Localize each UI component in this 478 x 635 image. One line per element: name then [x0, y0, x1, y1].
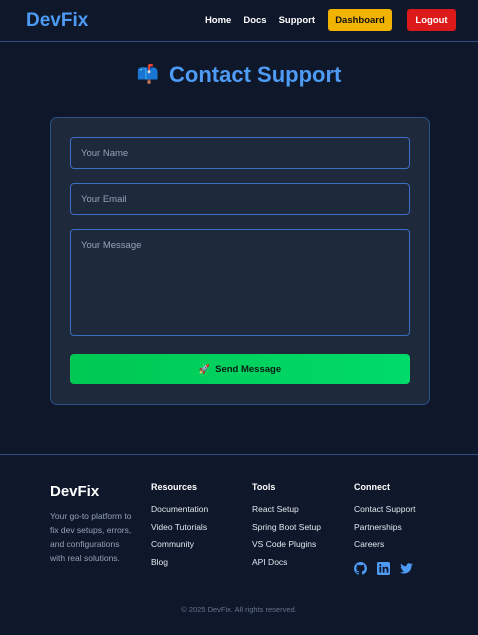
contact-form: 🚀 Send Message	[50, 117, 430, 405]
send-message-label: Send Message	[215, 363, 282, 375]
top-nav: DevFix Home Docs Support Dashboard Logou…	[0, 0, 478, 42]
footer-link-blog[interactable]: Blog	[151, 554, 208, 572]
twitter-icon[interactable]	[400, 562, 413, 575]
nav-links: Home Docs Support Dashboard Logout	[205, 9, 456, 31]
footer-link-api-docs[interactable]: API Docs	[252, 554, 321, 572]
footer-col-tools: Tools React Setup Spring Boot Setup VS C…	[252, 482, 321, 571]
footer-link-community[interactable]: Community	[151, 536, 208, 554]
footer-col-title: Tools	[252, 482, 276, 492]
mailbox-icon: 📫	[136, 64, 160, 84]
footer-link-vscode-plugins[interactable]: VS Code Plugins	[252, 536, 321, 554]
logout-button[interactable]: Logout	[407, 9, 456, 31]
rocket-icon: 🚀	[198, 363, 211, 374]
footer-col-resources: Resources Documentation Video Tutorials …	[151, 482, 208, 571]
page-title: 📫 Contact Support	[0, 62, 478, 88]
copyright: © 2025 DevFix. All rights reserved.	[181, 605, 297, 614]
footer-link-careers[interactable]: Careers	[354, 536, 423, 554]
linkedin-icon[interactable]	[377, 561, 390, 575]
send-message-button[interactable]: 🚀 Send Message	[70, 354, 410, 384]
footer-link-react-setup[interactable]: React Setup	[252, 501, 321, 519]
footer-link-partnerships[interactable]: Partnerships	[354, 519, 423, 537]
footer-tagline: Your go-to platform to fix dev setups, e…	[50, 511, 132, 563]
github-icon[interactable]	[354, 561, 367, 575]
nav-link-home[interactable]: Home	[205, 15, 231, 26]
footer-link-video-tutorials[interactable]: Video Tutorials	[151, 519, 208, 537]
message-textarea[interactable]	[70, 229, 410, 336]
dashboard-button[interactable]: Dashboard	[328, 9, 392, 31]
name-input[interactable]	[70, 137, 410, 169]
footer-col-title: Connect	[354, 482, 390, 492]
footer-col-connect: Connect Contact Support Partnerships Car…	[354, 482, 423, 575]
footer-link-documentation[interactable]: Documentation	[151, 501, 208, 519]
nav-link-support[interactable]: Support	[279, 15, 315, 26]
footer-col-title: Resources	[151, 482, 198, 492]
email-input[interactable]	[70, 183, 410, 215]
brand-logo[interactable]: DevFix	[26, 10, 88, 32]
page-title-text: Contact Support	[169, 62, 342, 87]
social-links	[354, 561, 423, 575]
nav-link-docs[interactable]: Docs	[243, 15, 266, 26]
footer-brand: DevFix	[50, 483, 100, 500]
footer-link-contact-support[interactable]: Contact Support	[354, 501, 423, 519]
footer: DevFix Your go-to platform to fix dev se…	[0, 454, 478, 635]
footer-link-spring-boot-setup[interactable]: Spring Boot Setup	[252, 519, 321, 537]
